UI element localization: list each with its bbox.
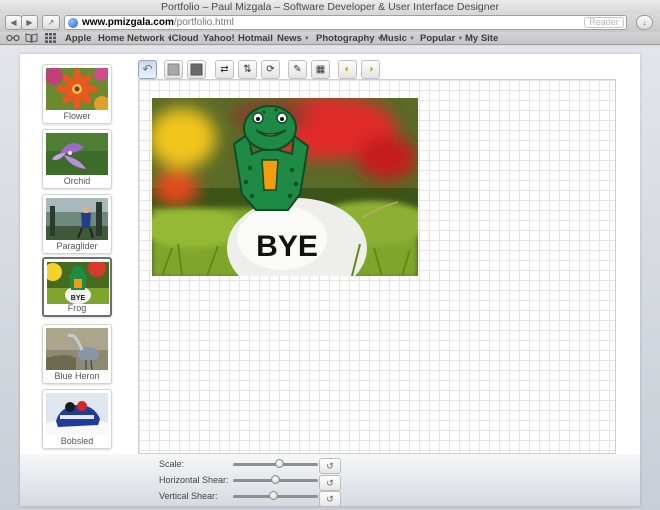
globe-icon [68, 18, 78, 28]
scale-slider[interactable] [233, 459, 318, 468]
reset-icon: ↺ [326, 461, 334, 471]
editor-canvas[interactable]: BYE [138, 79, 616, 454]
flip-horizontal-icon: ⇄ [220, 64, 229, 75]
chevron-down-icon: ▼ [408, 36, 415, 42]
url-text: www.pmizgala.com/portfolio.html [82, 16, 234, 29]
heron-thumbnail [46, 328, 108, 370]
vertical-shear-slider[interactable] [233, 491, 318, 500]
svg-text:BYE: BYE [71, 295, 86, 302]
emboss-icon: ▦ [315, 64, 326, 75]
bookmark-hotmail[interactable]: Hotmail [238, 32, 273, 45]
downloads-button[interactable]: ↓ [636, 15, 653, 30]
reset-icon: ↺ [326, 494, 334, 504]
url-host: www.pmizgala.com [82, 17, 174, 28]
light-left-icon: ◐ [344, 64, 351, 75]
emboss-button[interactable]: ▦ [311, 60, 330, 79]
light-right-icon: ◑ [367, 64, 374, 75]
controls-panel: Scale: ↺ Horizontal Shear: ↺ Vertical Sh… [20, 454, 640, 507]
bookmark-yahoo[interactable]: Yahoo! [203, 32, 235, 45]
address-bar[interactable]: www.pmizgala.com/portfolio.html Reader [64, 15, 627, 30]
scale-slider-thumb[interactable] [275, 459, 284, 468]
orchid-thumbnail [46, 133, 108, 175]
sketch-icon: ✎ [293, 64, 302, 75]
bookmark-photography[interactable]: Photography ▼ [316, 32, 383, 47]
bookmark-my-site[interactable]: My Site [465, 32, 498, 45]
book-icon[interactable] [25, 33, 38, 46]
scale-label: Scale: [159, 459, 185, 469]
bobsled-thumbnail [46, 393, 108, 435]
bookmark-news[interactable]: News ▼ [277, 32, 310, 47]
sign-text: BYE [256, 230, 318, 263]
bookmark-music[interactable]: Music ▼ [380, 32, 415, 47]
thumb-bobsled[interactable]: Bobsled [42, 389, 112, 449]
thumb-paraglider[interactable]: Paraglider [42, 194, 112, 254]
forward-button[interactable]: ▶ [21, 15, 38, 30]
flip-vertical-icon: ⇅ [243, 64, 252, 75]
flower-thumbnail [46, 68, 108, 110]
thumb-frog[interactable]: BYE Frog [42, 257, 112, 317]
light-right-button[interactable]: ◑ [361, 60, 380, 79]
rotate-icon: ⟳ [266, 64, 275, 75]
vertical-shear-label: Vertical Shear: [159, 491, 218, 501]
thumb-caption: Frog [67, 303, 87, 313]
horizontal-shear-reset-button[interactable]: ↺ [319, 475, 341, 491]
thumb-caption: Bobsled [60, 436, 94, 446]
undo-button[interactable]: ↶ [138, 60, 157, 79]
page: Flower Orchid Paraglider BYE Frog Blue H… [0, 46, 660, 510]
browser-toolbar: ◀ ▶ ↗ www.pmizgala.com/portfolio.html Re… [0, 14, 660, 32]
glasses-icon[interactable] [6, 33, 20, 46]
thumb-blue-heron[interactable]: Blue Heron [42, 324, 112, 384]
light-gray-button[interactable] [164, 60, 183, 79]
bookmarks-bar: Apple Home Network ▼ iCloud Yahoo! Hotmai… [0, 32, 660, 45]
url-path: /portfolio.html [173, 17, 234, 28]
bookmark-apple[interactable]: Apple [65, 32, 91, 45]
light-left-button[interactable]: ◐ [338, 60, 357, 79]
scale-reset-button[interactable]: ↺ [319, 458, 341, 474]
thumb-caption: Flower [63, 111, 91, 121]
opacity-dark-icon [188, 61, 205, 78]
undo-icon: ↶ [142, 62, 153, 76]
paraglider-thumbnail [46, 198, 108, 240]
rotate-button[interactable]: ⟳ [261, 60, 280, 79]
horizontal-shear-slider[interactable] [233, 475, 318, 484]
share-button[interactable]: ↗ [42, 15, 60, 30]
thumb-caption: Orchid [63, 176, 91, 186]
opacity-light-icon [165, 61, 182, 78]
vertical-shear-slider-thumb[interactable] [269, 491, 278, 500]
thumb-flower[interactable]: Flower [42, 64, 112, 124]
thumb-caption: Blue Heron [54, 371, 100, 381]
frog-thumbnail: BYE [47, 262, 109, 304]
flip-vertical-button[interactable]: ⇅ [238, 60, 257, 79]
bookmark-icloud[interactable]: iCloud [169, 32, 199, 45]
bookmark-popular[interactable]: Popular ▼ [420, 32, 463, 47]
horizontal-shear-slider-thumb[interactable] [271, 475, 280, 484]
thumb-orchid[interactable]: Orchid [42, 129, 112, 189]
portfolio-card: Flower Orchid Paraglider BYE Frog Blue H… [20, 54, 640, 507]
flip-horizontal-button[interactable]: ⇄ [215, 60, 234, 79]
vertical-shear-reset-button[interactable]: ↺ [319, 491, 341, 507]
grid-icon[interactable] [45, 33, 56, 46]
reset-icon: ↺ [326, 478, 334, 488]
frog-photo[interactable]: BYE [152, 98, 418, 276]
dark-gray-button[interactable] [187, 60, 206, 79]
chevron-down-icon: ▼ [457, 36, 464, 42]
thumb-caption: Paraglider [56, 241, 98, 251]
horizontal-shear-label: Horizontal Shear: [159, 475, 229, 485]
bookmark-home-network[interactable]: Home Network ▼ [98, 32, 172, 47]
chevron-down-icon: ▼ [303, 36, 310, 42]
reader-button[interactable]: Reader [584, 17, 624, 28]
sketch-button[interactable]: ✎ [288, 60, 307, 79]
window-title: Portfolio – Paul Mizgala – Software Deve… [0, 0, 660, 14]
back-button[interactable]: ◀ [5, 15, 22, 30]
